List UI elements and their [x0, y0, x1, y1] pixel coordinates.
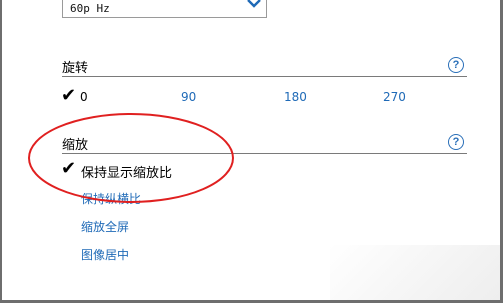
rotation-title: 旋转: [62, 61, 89, 76]
scaling-help-icon[interactable]: ?: [448, 134, 464, 150]
rotation-option-180[interactable]: 180: [284, 90, 307, 104]
watermark-fade: [330, 245, 500, 300]
checkmark-icon: ✔: [61, 158, 77, 179]
scaling-divider: [62, 153, 467, 154]
rotation-option-270[interactable]: 270: [383, 90, 406, 104]
scaling-option-scale-full-screen[interactable]: 缩放全屏: [81, 218, 129, 235]
rotation-option-90[interactable]: 90: [181, 90, 196, 104]
scaling-title: 缩放: [62, 138, 89, 153]
rotation-divider: [62, 76, 467, 77]
scaling-option-maintain-aspect-ratio[interactable]: 保持纵横比: [81, 190, 141, 207]
refresh-rate-value: 60p Hz: [70, 2, 110, 15]
scaling-option-center-image[interactable]: 图像居中: [81, 246, 129, 263]
checkmark-icon: ✔: [61, 85, 77, 106]
scaling-option-maintain-display-scaling[interactable]: 保持显示缩放比: [81, 162, 172, 181]
rotation-option-0[interactable]: 0: [80, 90, 88, 104]
refresh-rate-dropdown[interactable]: 60p Hz: [62, 0, 267, 18]
rotation-help-icon[interactable]: ?: [448, 57, 464, 73]
chevron-down-icon: [247, 0, 261, 8]
